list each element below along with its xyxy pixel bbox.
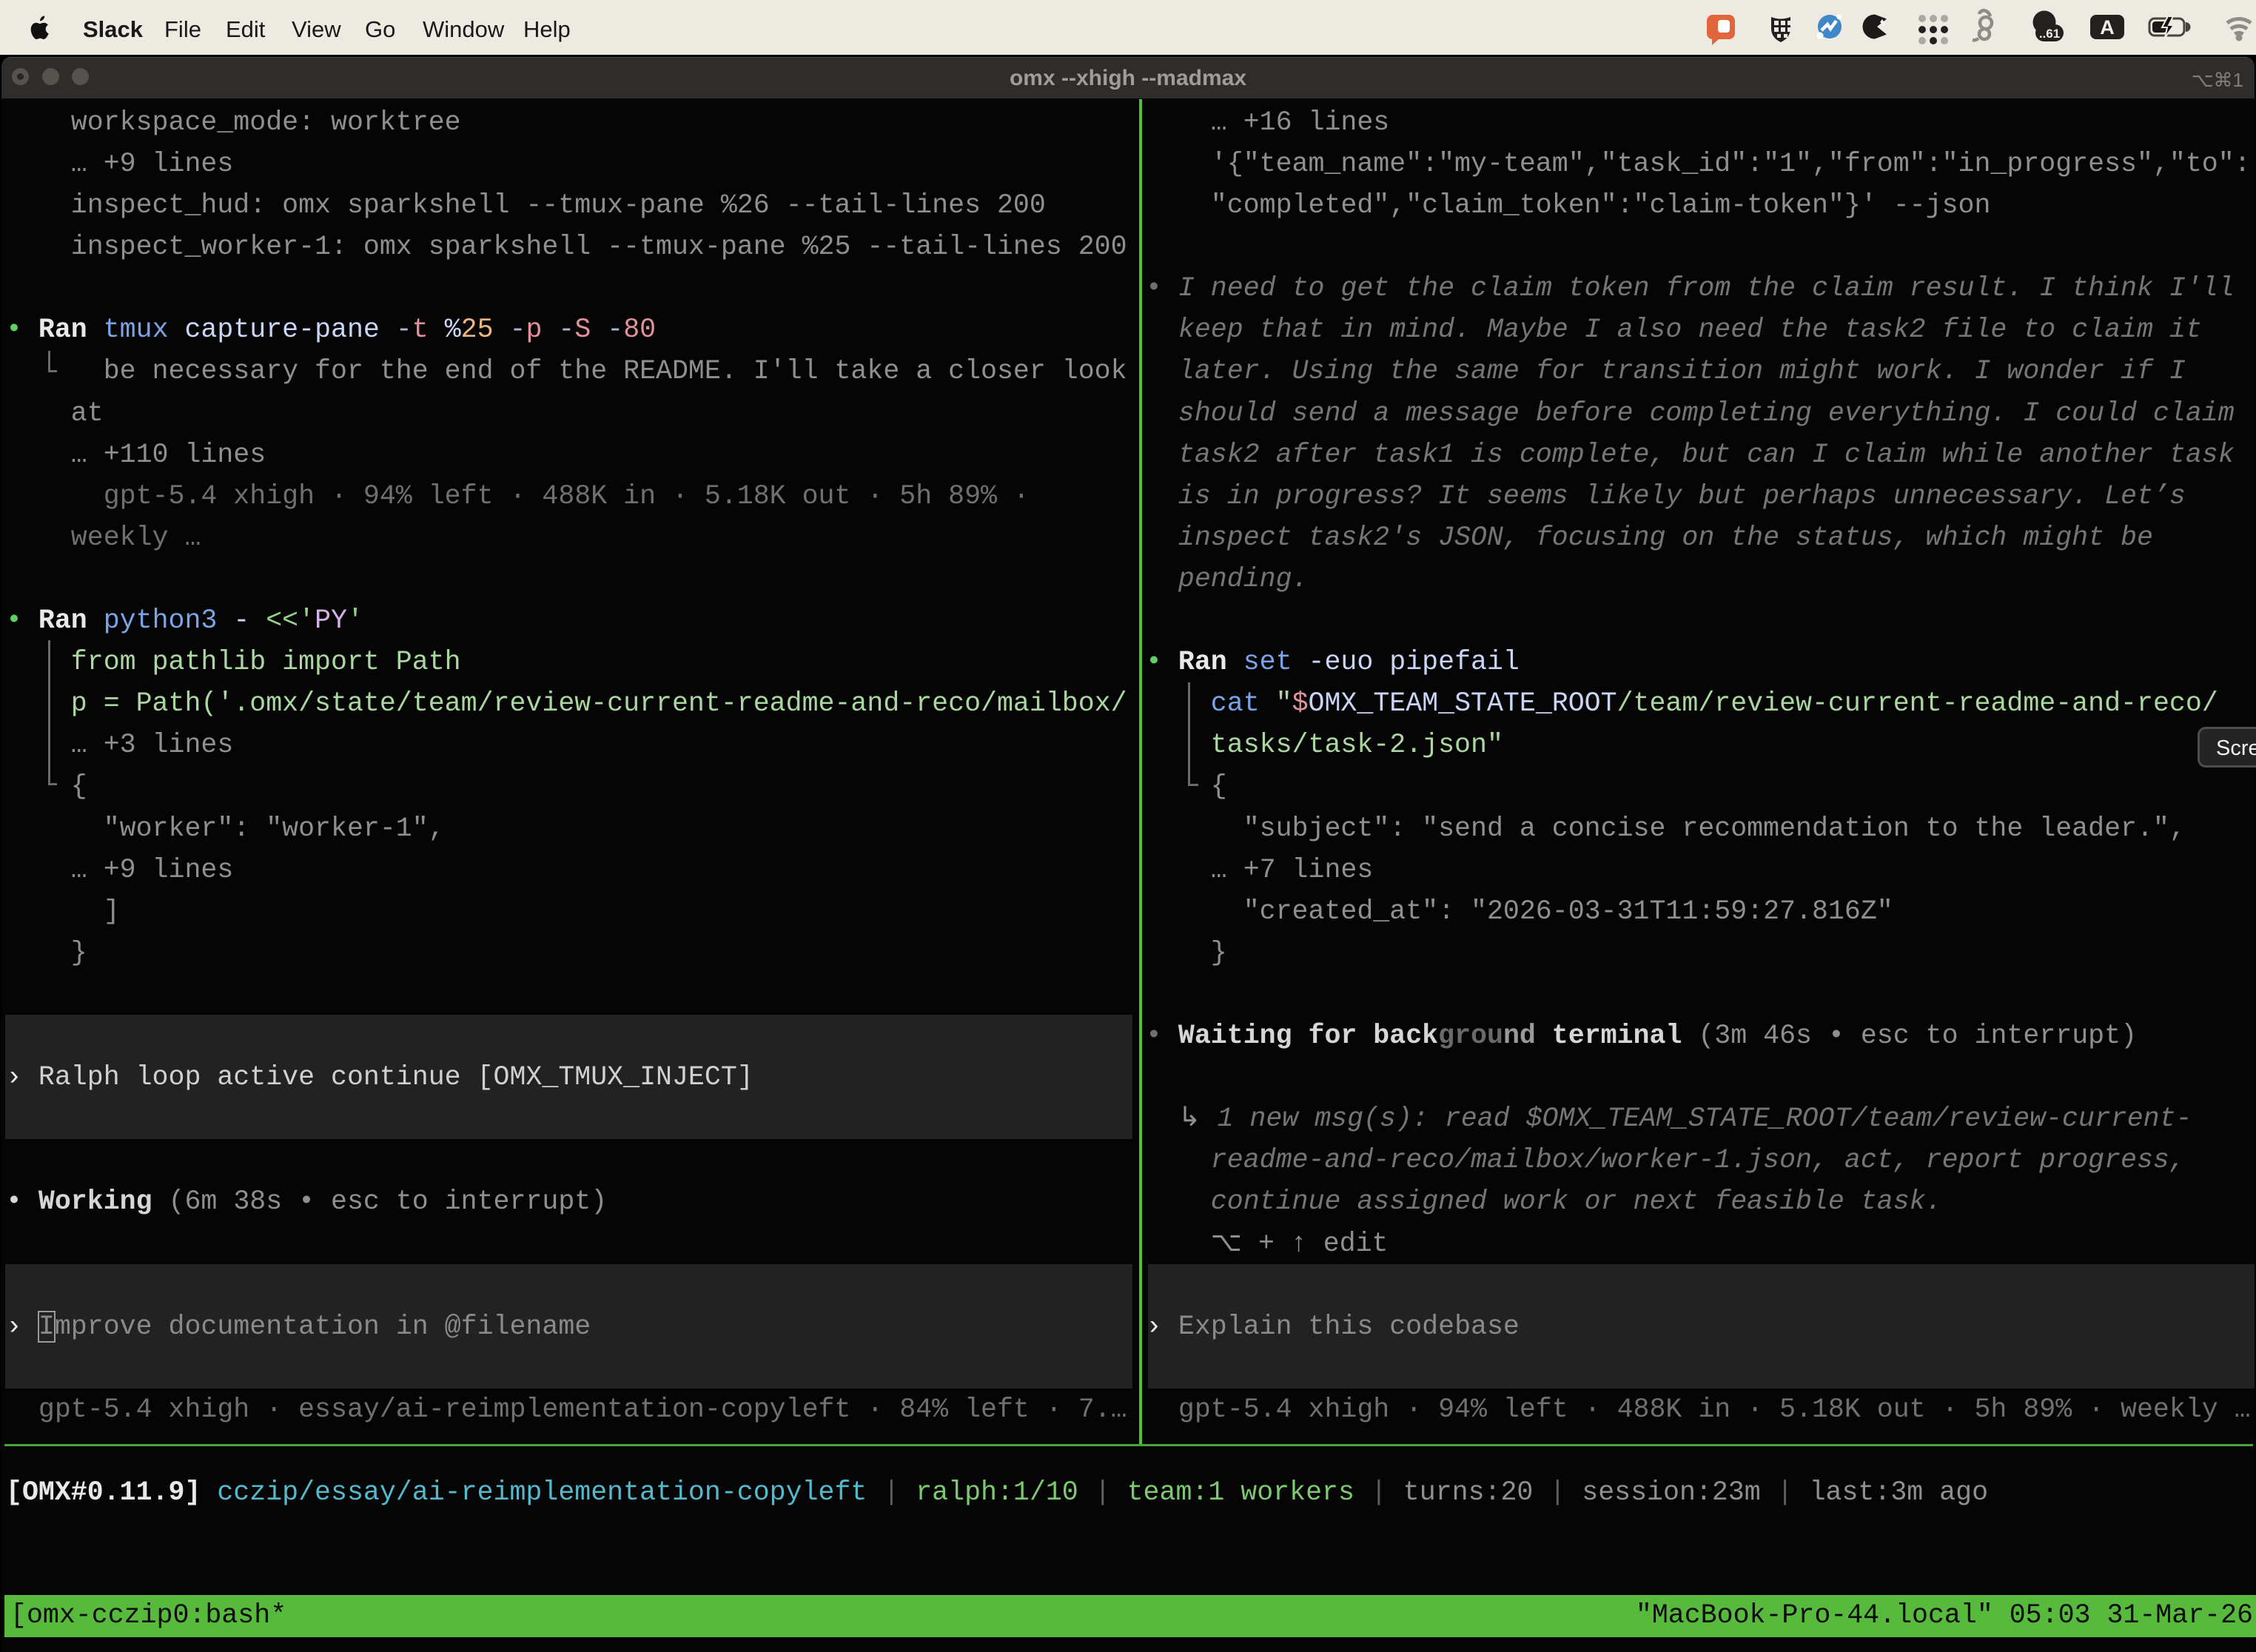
svg-text:A: A: [2100, 16, 2115, 38]
svg-text:..61: ..61: [2039, 27, 2060, 41]
